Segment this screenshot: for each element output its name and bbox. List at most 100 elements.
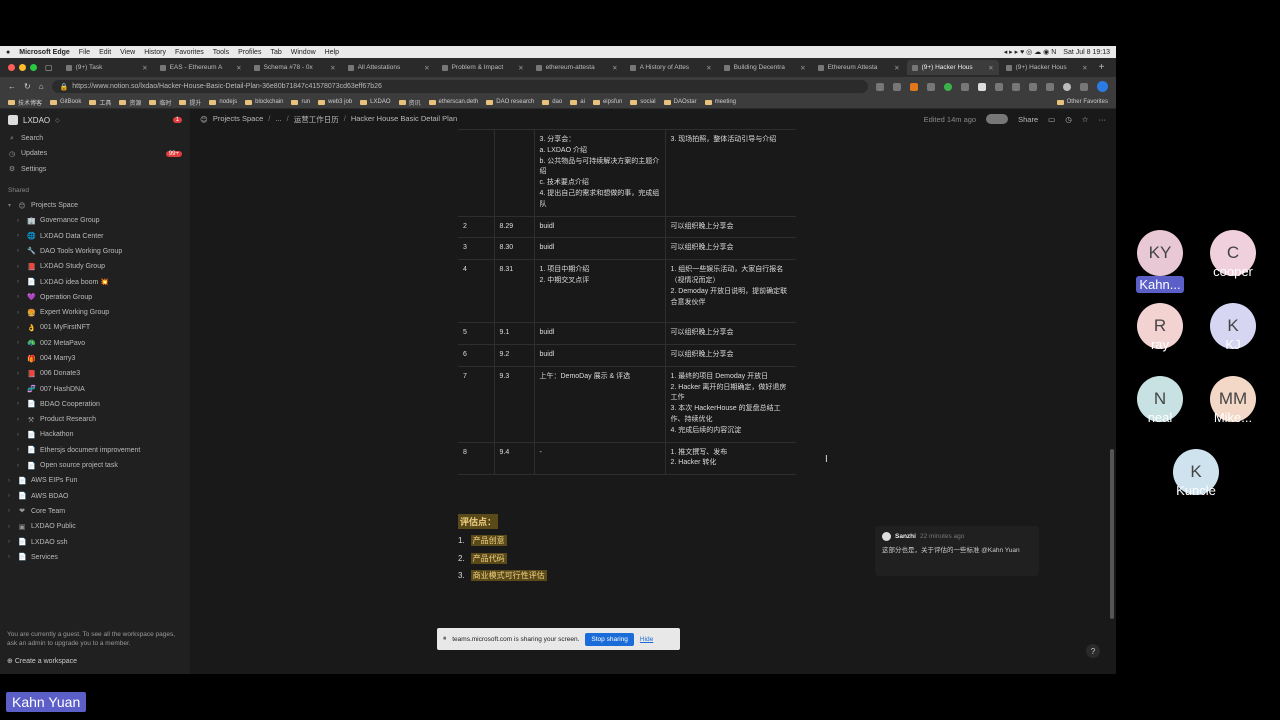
breadcrumb-item[interactable]: 运营工作日历 bbox=[294, 114, 339, 125]
close-tab-icon[interactable]: ✕ bbox=[800, 64, 805, 72]
sidebar-page-item[interactable]: › 📕 006 Donate3 bbox=[0, 366, 190, 381]
menu-item[interactable]: Help bbox=[325, 49, 339, 56]
table-cell-date[interactable]: 9.4 bbox=[493, 441, 535, 476]
sidebar-page-item[interactable]: › 📄 BDAO Cooperation bbox=[0, 397, 190, 412]
table-cell-content[interactable]: buidl bbox=[533, 215, 666, 239]
bookmark-folder[interactable]: 工具 bbox=[89, 98, 111, 107]
chevron-right-icon[interactable]: › bbox=[17, 340, 22, 346]
menu-item[interactable]: Profiles bbox=[238, 49, 261, 56]
table-cell-note[interactable]: 可以组织晚上分享会 bbox=[664, 215, 796, 239]
tab-actions-icon[interactable]: ▢ bbox=[45, 63, 53, 72]
table-cell-content[interactable]: - bbox=[533, 441, 666, 476]
scrollbar[interactable] bbox=[1110, 449, 1114, 619]
table-cell-note[interactable]: 1. 推文撰写、发布 2. Hacker 转化 bbox=[664, 441, 796, 476]
sidebar-page-item[interactable]: › 🔧 DAO Tools Working Group bbox=[0, 244, 190, 259]
menu-item[interactable]: Tab bbox=[270, 49, 281, 56]
sidebar-page-item[interactable]: › 💜 Operation Group bbox=[0, 290, 190, 305]
menu-item[interactable]: Tools bbox=[213, 49, 229, 56]
table-cell-date[interactable]: 8.29 bbox=[493, 215, 535, 239]
bookmark-folder[interactable]: 提升 bbox=[179, 98, 201, 107]
table-cell-num[interactable]: 2 bbox=[458, 215, 495, 239]
chevron-right-icon[interactable]: › bbox=[17, 401, 22, 407]
chevron-right-icon[interactable]: › bbox=[17, 447, 22, 453]
close-tab-icon[interactable]: ✕ bbox=[894, 64, 899, 72]
bookmark-folder[interactable]: 资源 bbox=[119, 98, 141, 107]
browser-tab[interactable]: ethereum-attesta ✕ bbox=[531, 60, 623, 75]
close-tab-icon[interactable]: ✕ bbox=[236, 64, 241, 72]
table-cell-note[interactable]: 1. 组织一些娱乐活动，大家自行报名（视情况而定） 2. Demoday 开放日… bbox=[664, 259, 796, 324]
extension-icon[interactable] bbox=[927, 82, 935, 91]
close-tab-icon[interactable]: ✕ bbox=[142, 64, 147, 72]
table-cell-content[interactable]: 上午：DemoDay 展示 & 评选 bbox=[533, 365, 666, 443]
bookmark-folder[interactable]: 资讯 bbox=[398, 98, 421, 107]
participant-tile[interactable]: Ccooper bbox=[1203, 230, 1263, 279]
chevron-right-icon[interactable]: › bbox=[17, 310, 22, 316]
sidebar-page-item[interactable]: › 📕 LXDAO Study Group bbox=[0, 259, 190, 274]
bookmark-folder[interactable]: eipsfun bbox=[592, 99, 622, 105]
browser-tab[interactable]: Ethereum Attesta ✕ bbox=[813, 60, 905, 75]
breadcrumb-item[interactable]: ... bbox=[275, 114, 281, 125]
chevron-right-icon[interactable]: › bbox=[17, 432, 22, 438]
close-tab-icon[interactable]: ✕ bbox=[988, 64, 993, 72]
zoom-window-icon[interactable] bbox=[30, 64, 37, 71]
participant-tile[interactable]: KY Kahn... bbox=[1130, 230, 1190, 294]
table-cell-date[interactable]: 9.2 bbox=[493, 343, 535, 367]
table-cell-num[interactable]: 8 bbox=[458, 441, 495, 476]
close-tab-icon[interactable]: ✕ bbox=[1082, 64, 1087, 72]
bookmark-folder[interactable]: run bbox=[291, 99, 310, 105]
browser-tab[interactable]: A History of Attes ✕ bbox=[625, 60, 717, 75]
other-favorites[interactable]: Other Favorites bbox=[1056, 99, 1108, 105]
extension-green-icon[interactable] bbox=[944, 82, 952, 91]
chevron-right-icon[interactable]: › bbox=[17, 294, 22, 300]
chevron-right-icon[interactable]: › bbox=[8, 524, 13, 530]
table-cell-note[interactable]: 3. 现场拍照，整体活动引导与介绍 bbox=[664, 129, 796, 217]
collections-icon[interactable] bbox=[1012, 82, 1020, 91]
sidebar-page-item[interactable]: › 🏢 Governance Group bbox=[0, 213, 190, 228]
bing-copilot-icon[interactable] bbox=[1097, 81, 1108, 92]
bookmark-folder[interactable]: social bbox=[630, 99, 656, 105]
chevron-right-icon[interactable]: › bbox=[17, 325, 22, 331]
menu-item[interactable]: Edit bbox=[99, 49, 111, 56]
table-cell-content[interactable]: buidl bbox=[533, 237, 666, 261]
chevron-right-icon[interactable]: › bbox=[8, 478, 13, 484]
favorite-star-icon[interactable] bbox=[893, 82, 901, 91]
participant-tile[interactable]: K KJ bbox=[1203, 303, 1263, 352]
window-controls[interactable] bbox=[8, 64, 37, 71]
table-cell-num[interactable]: 7 bbox=[458, 365, 495, 443]
minimize-window-icon[interactable] bbox=[19, 64, 26, 71]
chevron-right-icon[interactable]: › bbox=[17, 264, 22, 270]
bookmark-folder[interactable]: nodejs bbox=[209, 99, 237, 105]
bookmark-folder[interactable]: ai bbox=[570, 99, 585, 105]
comment-card[interactable]: Sanzhi 22 minutes ago 这部分也是，关于评估的一些标准 @K… bbox=[875, 526, 1039, 576]
history-icon[interactable]: ◷ bbox=[1065, 115, 1072, 124]
chevron-right-icon[interactable]: › bbox=[17, 233, 22, 239]
table-cell-num[interactable]: 3 bbox=[458, 237, 495, 261]
sidebar-page-item[interactable]: › 📄 AWS EIPs Fun bbox=[0, 473, 190, 488]
menu-item[interactable]: Window bbox=[291, 49, 316, 56]
stop-sharing-button[interactable]: Stop sharing bbox=[585, 632, 634, 646]
collaborator-avatars[interactable] bbox=[986, 114, 1009, 124]
sidebar-page-item[interactable]: › 📄 Open source project task bbox=[0, 458, 190, 473]
table-cell-num[interactable]: 4 bbox=[458, 259, 495, 324]
chevron-right-icon[interactable]: › bbox=[17, 386, 22, 392]
sidebar-page-item[interactable]: › 🧬 007 HashDNA bbox=[0, 381, 190, 396]
chevron-right-icon[interactable]: › bbox=[8, 539, 13, 545]
bookmark-folder[interactable]: dao bbox=[542, 99, 562, 105]
table-cell-content[interactable]: 3. 分享会： a. LXDAO 介绍 b. 公共物品与可持续解决方案的主题介绍… bbox=[533, 129, 666, 217]
chevron-right-icon[interactable]: › bbox=[17, 417, 22, 423]
list-item[interactable]: 2. 产品代码 bbox=[458, 550, 547, 568]
chevron-right-icon[interactable]: › bbox=[8, 554, 13, 560]
browser-tab[interactable]: All Attestations ✕ bbox=[343, 60, 435, 75]
close-tab-icon[interactable]: ✕ bbox=[706, 64, 711, 72]
sidebar-page-item[interactable]: › 👌 001 MyFirstNFT bbox=[0, 320, 190, 335]
sidebar-page-item[interactable]: › 🌐 LXDAO Data Center bbox=[0, 228, 190, 243]
bookmark-folder[interactable]: web3 job bbox=[318, 99, 352, 105]
sidebar-settings[interactable]: ⚙ Settings bbox=[0, 162, 190, 177]
extension-icon[interactable] bbox=[961, 82, 969, 91]
chevron-right-icon[interactable]: › bbox=[17, 463, 22, 469]
close-tab-icon[interactable]: ✕ bbox=[612, 64, 617, 72]
comment-icon[interactable]: ▭ bbox=[1048, 115, 1055, 124]
close-window-icon[interactable] bbox=[8, 64, 15, 71]
status-icons[interactable]: ◂ ▸ ▸ ♥ ◎ ☁ ◉ N bbox=[1004, 48, 1057, 56]
browser-tab[interactable]: EAS - Ethereum A ✕ bbox=[155, 60, 247, 75]
